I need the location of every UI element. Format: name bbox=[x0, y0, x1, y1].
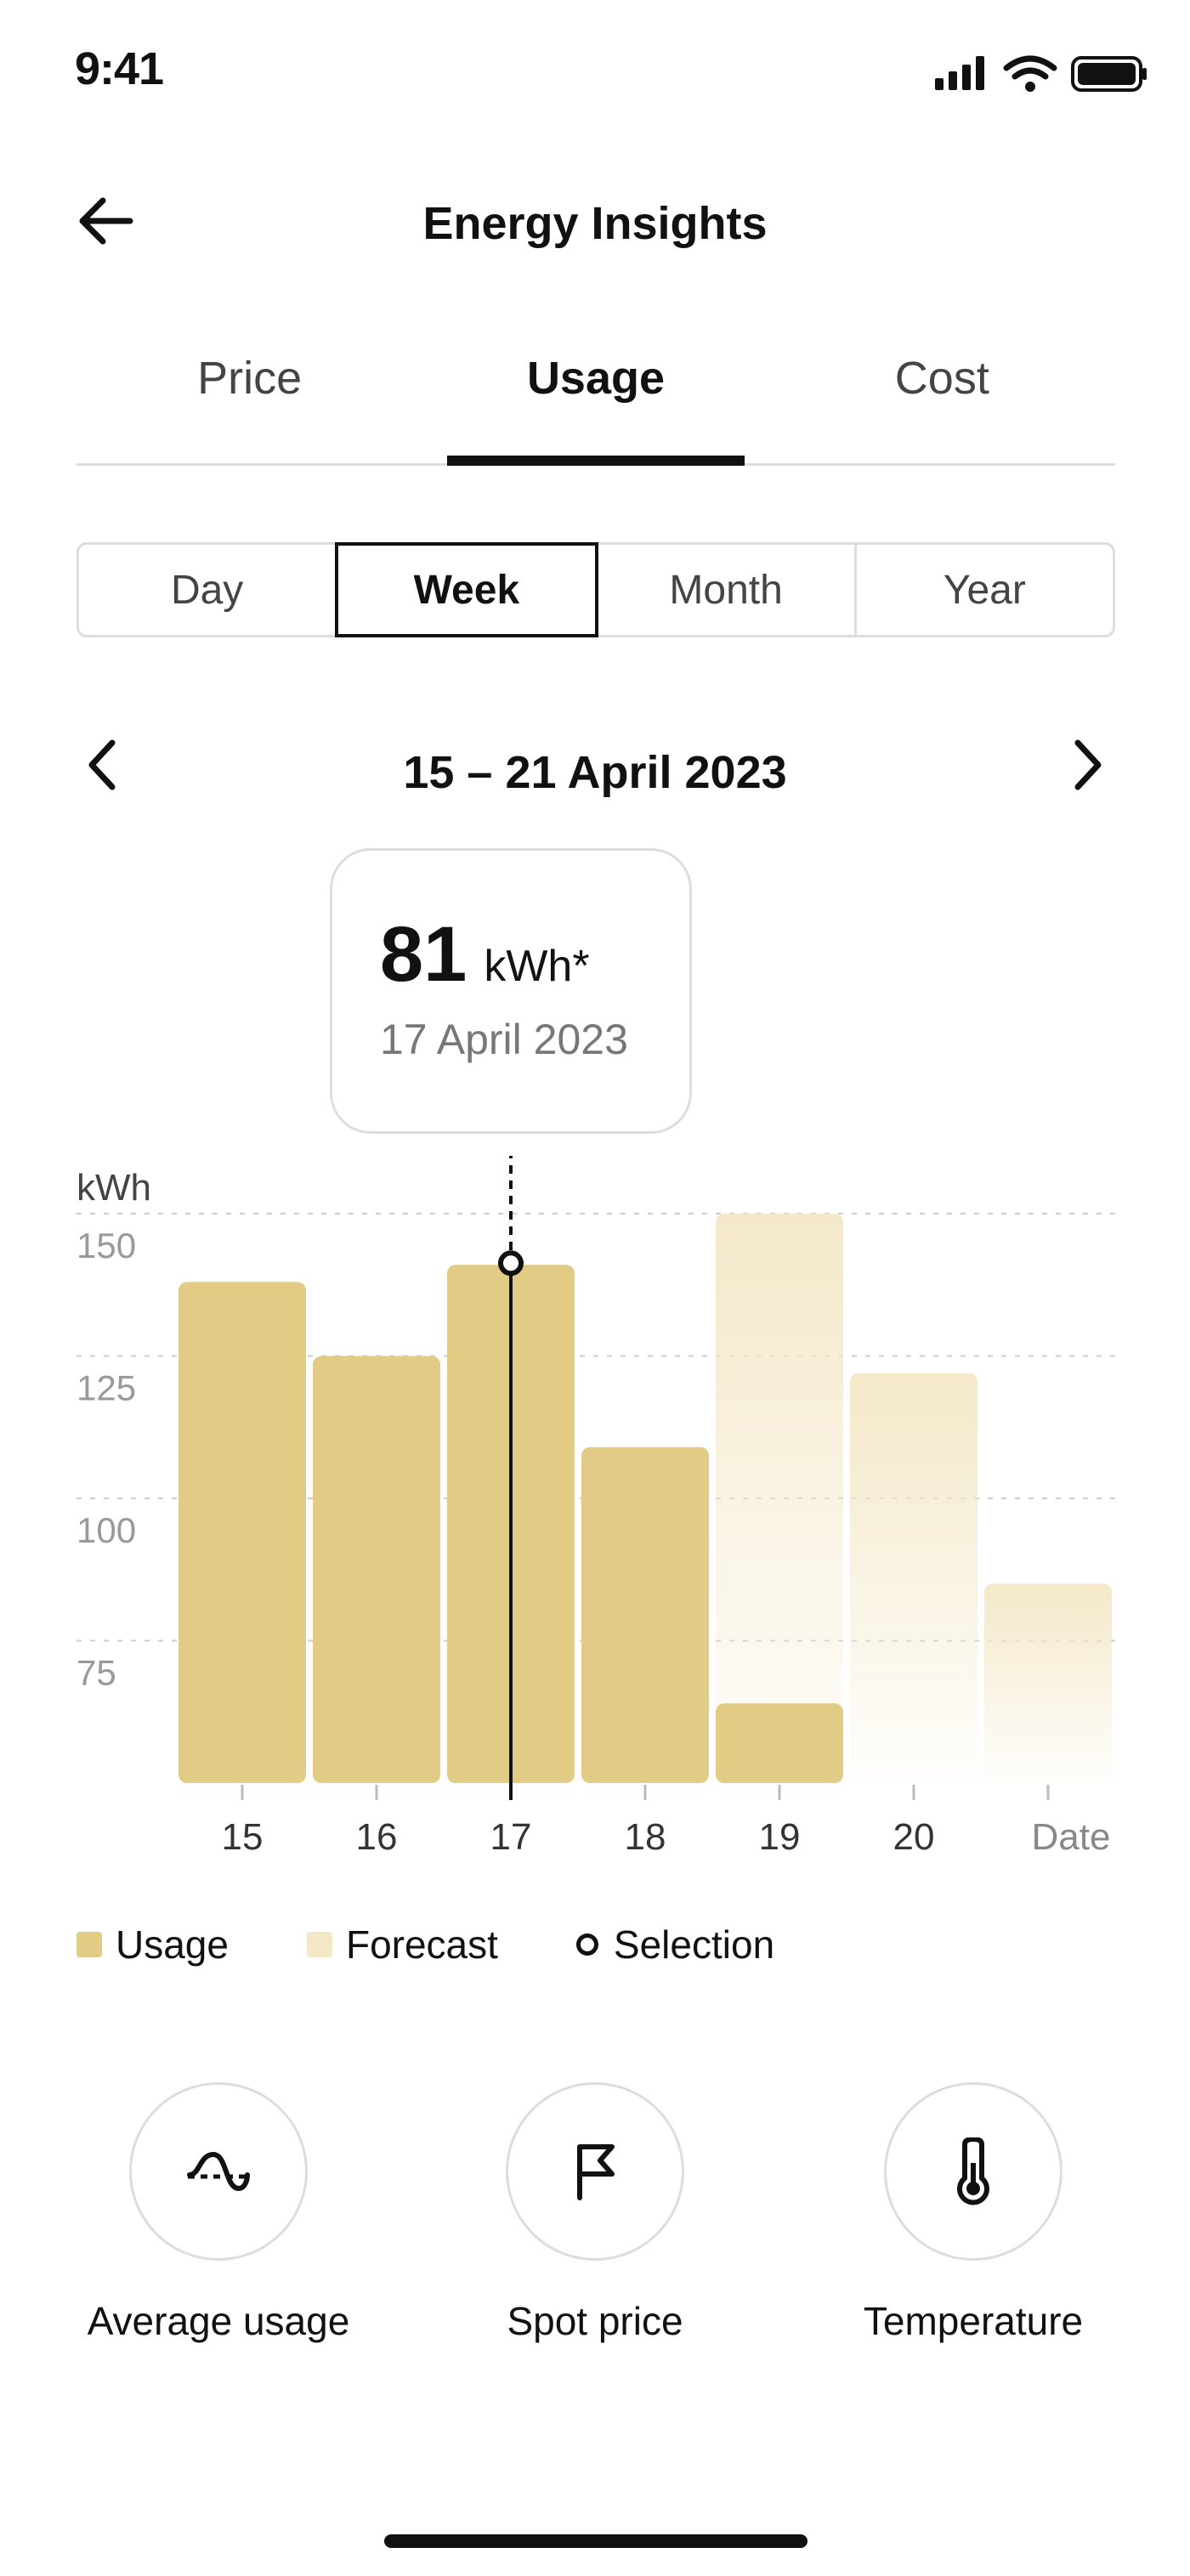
wifi-icon bbox=[1003, 55, 1057, 80]
forecast-bar[interactable] bbox=[850, 1373, 978, 1783]
chart-legend: Usage Forecast Selection bbox=[76, 1919, 853, 1970]
usage-bar[interactable] bbox=[178, 1282, 306, 1783]
forecast-bar[interactable] bbox=[716, 1214, 843, 1783]
spot-price-circle bbox=[506, 2082, 684, 2261]
date-range: 15 – 21 April 2023 bbox=[403, 747, 787, 798]
x-tick-label: 15 bbox=[222, 1816, 264, 1858]
x-tick-label: 18 bbox=[625, 1816, 666, 1858]
legend-usage-label: Usage bbox=[116, 1922, 229, 1967]
wave-icon bbox=[187, 2151, 250, 2192]
usage-swatch bbox=[76, 1932, 102, 1957]
period-selector: Day Week Month Year bbox=[76, 542, 1115, 637]
flag-icon bbox=[577, 2144, 615, 2200]
y-tick-label: 125 bbox=[76, 1368, 136, 1408]
usage-bar[interactable] bbox=[313, 1356, 440, 1784]
tooltip-unit: kWh* bbox=[484, 942, 590, 991]
period-month-button[interactable]: Month bbox=[595, 542, 857, 637]
y-tick-label: 150 bbox=[76, 1226, 136, 1265]
back-button[interactable] bbox=[65, 180, 146, 262]
temperature-circle bbox=[884, 2082, 1062, 2261]
spot-price-label: Spot price bbox=[507, 2299, 683, 2343]
x-tick-label: 16 bbox=[356, 1816, 398, 1858]
selection-tooltip: 81 kWh* 17 April 2023 bbox=[330, 848, 692, 1134]
period-week-button[interactable]: Week bbox=[335, 542, 598, 637]
chevron-right-icon bbox=[1074, 739, 1102, 790]
period-year-button[interactable]: Year bbox=[853, 542, 1115, 637]
x-axis-label: Date bbox=[1032, 1816, 1111, 1858]
legend-selection: Selection bbox=[575, 1922, 775, 1967]
status-time: 9:41 bbox=[75, 43, 164, 94]
main-tabs: Price Usage Cost bbox=[76, 340, 1115, 466]
tab-cost[interactable]: Cost bbox=[769, 340, 1115, 463]
arrow-left-icon bbox=[79, 197, 133, 245]
spot-price-button[interactable]: Spot price bbox=[442, 2082, 748, 2344]
tab-usage[interactable]: Usage bbox=[422, 340, 768, 463]
y-tick-label: 100 bbox=[76, 1510, 136, 1550]
chevron-left-icon bbox=[88, 739, 116, 790]
forecast-bar[interactable] bbox=[984, 1583, 1112, 1784]
x-tick-label: 20 bbox=[893, 1816, 935, 1858]
selection-marker[interactable] bbox=[498, 1250, 524, 1277]
legend-usage: Usage bbox=[76, 1922, 229, 1967]
average-usage-label: Average usage bbox=[87, 2299, 350, 2343]
status-icons bbox=[935, 55, 1147, 92]
wifi-dot bbox=[1025, 82, 1035, 92]
forecast-swatch bbox=[306, 1932, 332, 1957]
battery-icon bbox=[1071, 56, 1147, 92]
legend-forecast: Forecast bbox=[306, 1922, 498, 1967]
tooltip-date: 17 April 2023 bbox=[380, 1016, 628, 1063]
y-axis-label: kWh bbox=[76, 1167, 151, 1209]
usage-bar[interactable] bbox=[581, 1447, 709, 1783]
signal-icon bbox=[935, 56, 984, 90]
usage-bar[interactable] bbox=[716, 1703, 843, 1783]
y-tick-label: 75 bbox=[76, 1653, 116, 1693]
x-tick-label: 17 bbox=[490, 1816, 532, 1858]
average-usage-circle bbox=[129, 2082, 308, 2261]
legend-selection-label: Selection bbox=[613, 1922, 775, 1967]
tab-price[interactable]: Price bbox=[76, 340, 422, 463]
previous-period-button[interactable] bbox=[68, 731, 136, 799]
selection-marker-icon bbox=[575, 1933, 598, 1956]
next-period-button[interactable] bbox=[1054, 731, 1122, 799]
average-usage-button[interactable]: Average usage bbox=[65, 2082, 371, 2344]
temperature-button[interactable]: Temperature bbox=[820, 2082, 1126, 2344]
x-tick-label: 19 bbox=[759, 1816, 801, 1858]
temperature-label: Temperature bbox=[863, 2299, 1084, 2343]
tooltip-value: 81 bbox=[380, 911, 468, 998]
period-day-button[interactable]: Day bbox=[76, 542, 338, 637]
legend-forecast-label: Forecast bbox=[345, 1922, 498, 1967]
usage-chart: kWh Date 150 125 100 75 15 16 17 18 19 20 bbox=[76, 1156, 1115, 1858]
home-indicator bbox=[384, 2534, 808, 2548]
page-title: Energy Insights bbox=[422, 198, 768, 249]
thermometer-icon bbox=[957, 2137, 989, 2205]
